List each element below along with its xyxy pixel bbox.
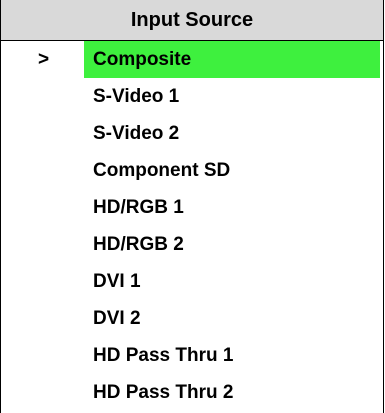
menu-item-label: DVI 2 xyxy=(93,308,141,329)
menu-item-label: S-Video 1 xyxy=(93,86,180,107)
menu-item-hd-pass-thru-1[interactable]: HD Pass Thru 1 xyxy=(1,337,383,374)
menu-item-hd-rgb-1[interactable]: HD/RGB 1 xyxy=(1,189,383,226)
menu-item-hd-pass-thru-2[interactable]: HD Pass Thru 2 xyxy=(1,374,383,411)
menu-item-label: HD/RGB 1 xyxy=(93,197,184,218)
menu-item-component-sd[interactable]: Component SD xyxy=(1,152,383,189)
menu-item-label: Component SD xyxy=(93,160,231,181)
menu-item-dvi-2[interactable]: DVI 2 xyxy=(1,300,383,337)
input-source-menu: Input Source > Composite S-Video 1 S-Vid… xyxy=(0,0,384,413)
selection-marker: > xyxy=(38,49,50,70)
menu-item-s-video-1[interactable]: S-Video 1 xyxy=(1,78,383,115)
menu-item-label: Composite xyxy=(84,41,380,78)
menu-item-label: HD Pass Thru 1 xyxy=(93,345,234,366)
menu-item-label: DVI 1 xyxy=(93,271,141,292)
menu-item-s-video-2[interactable]: S-Video 2 xyxy=(1,115,383,152)
menu-item-label: HD Pass Thru 2 xyxy=(93,382,234,403)
input-source-list: > Composite S-Video 1 S-Video 2 Componen… xyxy=(1,41,383,411)
menu-item-hd-rgb-2[interactable]: HD/RGB 2 xyxy=(1,226,383,263)
menu-title: Input Source xyxy=(1,0,383,41)
menu-item-composite[interactable]: > Composite xyxy=(1,41,383,78)
menu-item-label: S-Video 2 xyxy=(93,123,180,144)
menu-item-dvi-1[interactable]: DVI 1 xyxy=(1,263,383,300)
menu-item-label: HD/RGB 2 xyxy=(93,234,184,255)
